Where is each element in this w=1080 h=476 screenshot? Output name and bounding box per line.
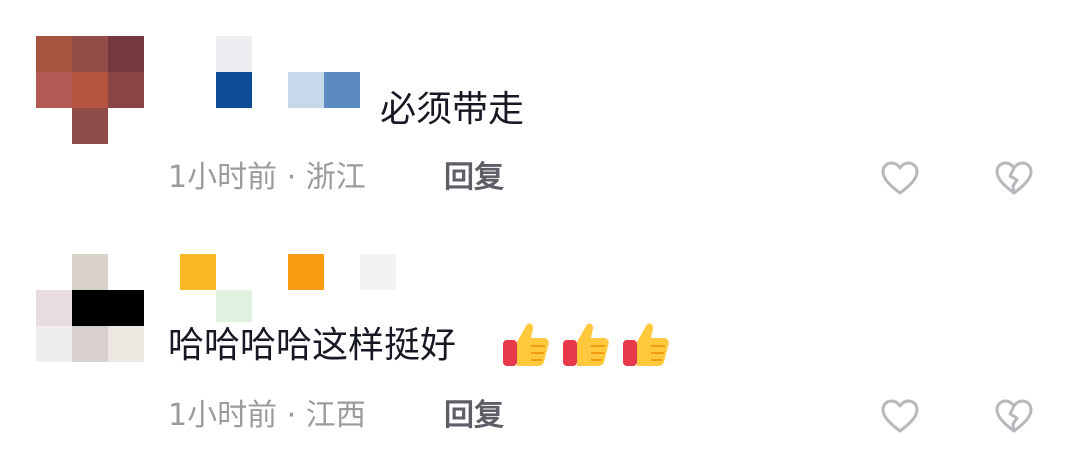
avatar-pixel xyxy=(36,72,72,108)
comment-time: 1小时前 xyxy=(168,160,278,195)
reply-button[interactable]: 回复 xyxy=(444,396,504,436)
comment-meta: 1小时前 · 浙江 xyxy=(168,158,366,198)
avatar-pixel xyxy=(36,290,72,326)
avatar-pixel xyxy=(72,326,108,362)
avatar-pixel xyxy=(108,326,144,362)
avatar[interactable] xyxy=(36,254,144,362)
thumbs-up-emoji-icon xyxy=(623,323,669,366)
avatar-pixel xyxy=(72,290,144,326)
thumbs-up-emoji-icon xyxy=(503,323,549,366)
avatar[interactable] xyxy=(36,36,144,144)
avatar-pixel xyxy=(72,108,108,144)
broken-heart-outline-icon[interactable] xyxy=(994,397,1034,437)
avatar-pixel xyxy=(108,72,144,108)
avatar-pixel xyxy=(72,72,108,108)
name-pixel xyxy=(288,72,324,108)
name-pixel xyxy=(216,36,252,72)
thumbs-up-emoji-icon xyxy=(563,323,609,366)
name-pixel xyxy=(180,254,216,290)
comment-location: 江西 xyxy=(305,398,366,433)
comment-time: 1小时前 xyxy=(168,398,278,433)
name-pixel xyxy=(288,254,324,290)
meta-separator: · xyxy=(286,398,297,433)
name-pixel xyxy=(216,290,252,322)
avatar-pixel xyxy=(108,36,144,72)
comment-meta: 1小时前 · 江西 xyxy=(168,396,366,436)
comment-location: 浙江 xyxy=(305,160,366,195)
emoji-group xyxy=(500,318,672,370)
comment-item: 哈哈哈哈这样挺好 1小时前 · 江西 回复 xyxy=(0,238,1080,476)
broken-heart-outline-icon[interactable] xyxy=(994,159,1034,199)
name-pixel xyxy=(216,72,252,108)
name-pixel xyxy=(360,254,396,290)
comment-text: 哈哈哈哈这样挺好 xyxy=(168,325,457,366)
reply-button[interactable]: 回复 xyxy=(444,158,504,198)
comment-item: 必须带走 1小时前 · 浙江 回复 xyxy=(0,0,1080,238)
heart-outline-icon[interactable] xyxy=(880,159,920,199)
avatar-pixel xyxy=(36,36,72,72)
avatar-pixel xyxy=(72,36,108,72)
name-pixel xyxy=(324,72,360,108)
username-blurred[interactable] xyxy=(180,36,380,126)
heart-outline-icon[interactable] xyxy=(880,397,920,437)
meta-separator: · xyxy=(286,160,297,195)
comment-text: 必须带走 xyxy=(380,89,525,130)
avatar-pixel xyxy=(36,326,72,362)
avatar-pixel xyxy=(72,254,108,290)
username-blurred[interactable] xyxy=(180,254,400,324)
